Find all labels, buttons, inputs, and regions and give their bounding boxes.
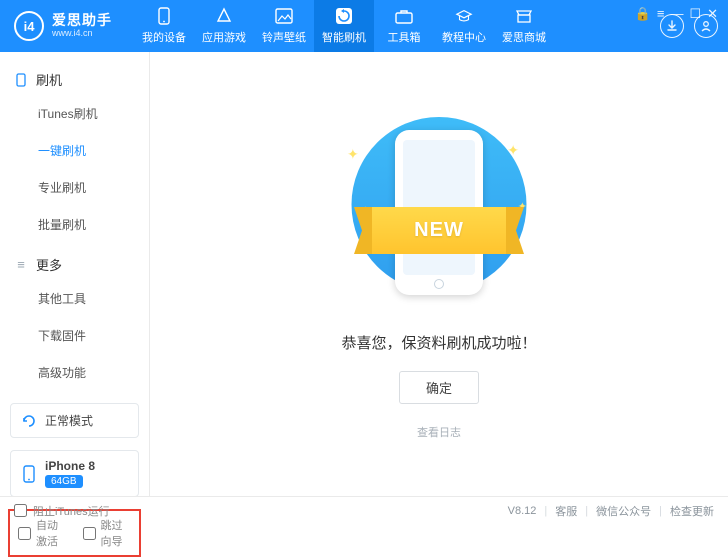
device-icon	[155, 7, 173, 25]
nav-label: 铃声壁纸	[262, 29, 306, 45]
nav-label: 智能刷机	[322, 29, 366, 45]
list-icon: ≡	[14, 257, 28, 272]
sidebar-item-advanced[interactable]: 高级功能	[38, 354, 149, 391]
nav-flash[interactable]: 智能刷机	[314, 0, 374, 52]
nav-toolbox[interactable]: 工具箱	[374, 0, 434, 52]
nav-label: 爱思商城	[502, 29, 546, 45]
sidebar-item-download-fw[interactable]: 下载固件	[38, 317, 149, 354]
device-storage: 64GB	[45, 475, 83, 488]
wechat-link[interactable]: 微信公众号	[596, 503, 651, 519]
sidebar-item-batch-flash[interactable]: 批量刷机	[38, 206, 149, 243]
nav-tutorials[interactable]: 教程中心	[434, 0, 494, 52]
brand-url: www.i4.cn	[52, 29, 112, 39]
nav-ringtones[interactable]: 铃声壁纸	[254, 0, 314, 52]
image-icon	[275, 7, 293, 25]
nav-label: 工具箱	[388, 29, 421, 45]
sidebar-item-oneclick-flash[interactable]: 一键刷机	[38, 132, 149, 169]
mode-label: 正常模式	[45, 412, 93, 429]
main-panel: ✦ ✦ ✦ ✦ NEW 恭喜您，保资料刷机成功啦！ 确定 查看日志	[150, 52, 728, 496]
sidebar-item-itunes-flash[interactable]: iTunes刷机	[38, 95, 149, 132]
download-button[interactable]	[660, 14, 684, 38]
nav-label: 我的设备	[142, 29, 186, 45]
support-link[interactable]: 客服	[555, 503, 577, 519]
sidebar-item-other-tools[interactable]: 其他工具	[38, 280, 149, 317]
device-badge[interactable]: iPhone 8 64GB	[10, 450, 139, 497]
refresh-icon	[335, 7, 353, 25]
nav-label: 教程中心	[442, 29, 486, 45]
view-log-link[interactable]: 查看日志	[417, 424, 461, 440]
brand-name: 爱思助手	[52, 13, 112, 28]
checkbox-block-itunes[interactable]: 阻止iTunes运行	[14, 503, 110, 519]
success-message: 恭喜您，保资料刷机成功啦！	[341, 332, 536, 353]
nav-store[interactable]: 爱思商城	[494, 0, 554, 52]
sparkle-icon: ✦	[507, 142, 519, 159]
check-update-link[interactable]: 检查更新	[670, 503, 714, 519]
new-ribbon: NEW	[354, 207, 524, 254]
toolbox-icon	[395, 7, 413, 25]
lock-icon[interactable]: 🔒	[635, 6, 651, 22]
sidebar-head-flash[interactable]: 刷机	[0, 64, 149, 95]
mode-badge[interactable]: 正常模式	[10, 403, 139, 438]
sidebar-head-more[interactable]: ≡ 更多	[0, 249, 149, 280]
sync-icon	[21, 413, 37, 429]
title-bar: i4 爱思助手 www.i4.cn 我的设备 应用游戏 铃声壁纸 智能刷机	[0, 0, 728, 52]
ribbon-text: NEW	[372, 207, 506, 254]
user-button[interactable]	[694, 14, 718, 38]
sparkle-icon: ✦	[347, 146, 359, 163]
graduation-icon	[455, 7, 473, 25]
status-bar: 阻止iTunes运行 V8.12 | 客服 | 微信公众号 | 检查更新	[0, 496, 728, 524]
version-label: V8.12	[508, 505, 537, 517]
sidebar-item-pro-flash[interactable]: 专业刷机	[38, 169, 149, 206]
store-icon	[515, 7, 533, 25]
device-small-icon	[14, 73, 28, 87]
nav-label: 应用游戏	[202, 29, 246, 45]
sidebar-head-label: 刷机	[36, 70, 62, 89]
top-nav: 我的设备 应用游戏 铃声壁纸 智能刷机 工具箱 教程中心	[134, 0, 554, 52]
sidebar: 刷机 iTunes刷机 一键刷机 专业刷机 批量刷机 ≡ 更多 其他工具 下载固…	[0, 52, 150, 496]
nav-my-devices[interactable]: 我的设备	[134, 0, 194, 52]
appstore-icon	[215, 7, 233, 25]
phone-icon	[21, 466, 37, 482]
success-illustration: ✦ ✦ ✦ ✦ NEW	[329, 112, 549, 302]
logo: i4 爱思助手 www.i4.cn	[14, 11, 112, 41]
ok-button[interactable]: 确定	[399, 371, 479, 404]
nav-apps[interactable]: 应用游戏	[194, 0, 254, 52]
device-name: iPhone 8	[45, 459, 95, 473]
logo-badge: i4	[14, 11, 44, 41]
sidebar-head-label: 更多	[36, 255, 62, 274]
